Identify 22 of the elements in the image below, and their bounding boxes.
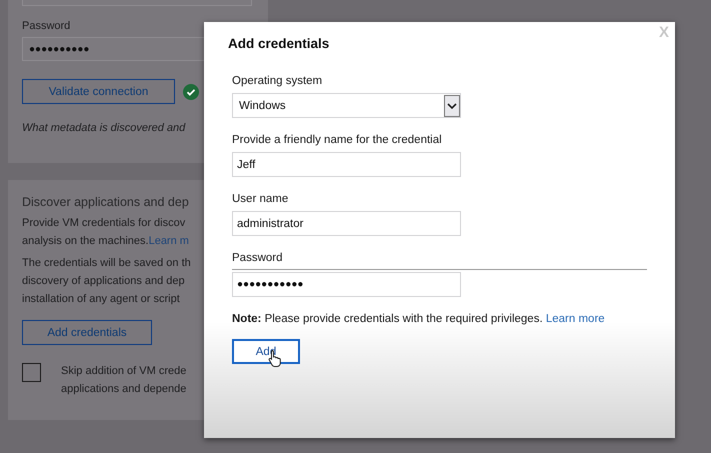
field-label: Password [232, 252, 284, 266]
password-field[interactable]: ●●●●●●●●●●● [232, 272, 461, 297]
checkbox-label: Skip addition of VM crede [61, 364, 186, 379]
field-label: Operating system [232, 75, 324, 89]
paragraph-line: Provide VM credentials for discov [22, 216, 186, 231]
section-heading: Discover applications and dep [22, 195, 189, 209]
field-label: Password [22, 20, 70, 34]
dropdown[interactable]: Windows [232, 93, 461, 118]
caret-icon [444, 94, 460, 116]
learn-more-link[interactable]: Learn more [546, 313, 605, 325]
metadata-note: What metadata is discovered and [22, 122, 186, 134]
note-text: Note: Please provide credentials with the required privileges. Learn more [232, 313, 606, 325]
input-field[interactable]: Jeff [232, 152, 461, 177]
field-label: Provide a friendly name for the credential [232, 134, 443, 148]
field-label: User name [232, 193, 290, 207]
checkbox[interactable] [22, 363, 41, 382]
paragraph-line: analysis on the machines.Learn m [22, 234, 189, 249]
paragraph-line: The credentials will be saved on th [22, 256, 191, 271]
input-field[interactable]: administrator [232, 211, 461, 236]
checkbox-label: applications and depende [61, 382, 186, 397]
paragraph-line: discovery of applications and dep [22, 274, 185, 289]
paragraph-line: installation of any agent or script [22, 292, 180, 307]
